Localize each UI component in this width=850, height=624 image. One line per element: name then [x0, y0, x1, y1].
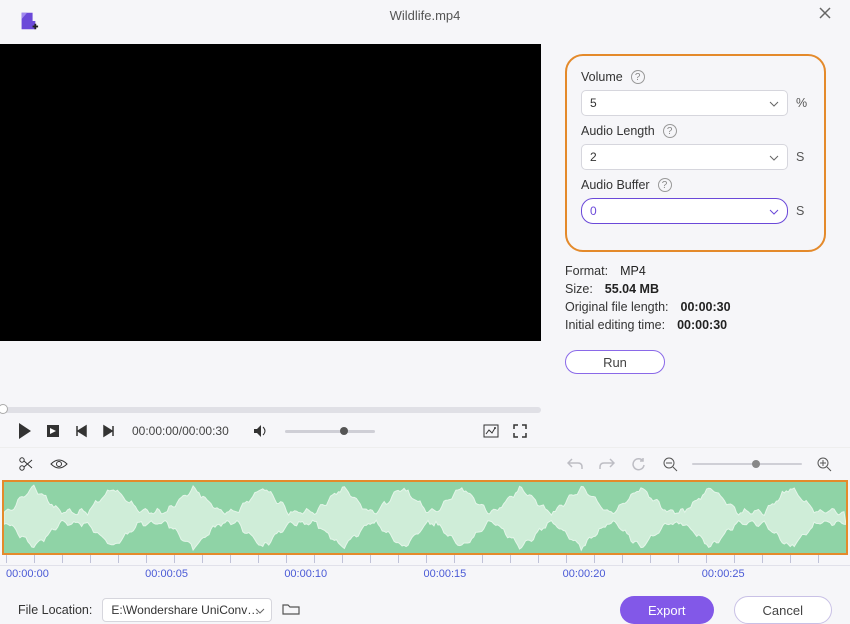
eye-icon[interactable] — [50, 458, 68, 470]
app-logo-icon — [17, 10, 39, 32]
help-icon[interactable]: ? — [663, 124, 677, 138]
stop-icon[interactable] — [46, 424, 60, 438]
prev-icon[interactable] — [74, 424, 88, 438]
waveform-track[interactable] — [2, 480, 848, 555]
timeline-ticks: 00:00:00 00:00:05 00:00:10 00:00:15 00:0… — [0, 565, 850, 580]
run-button[interactable]: Run — [565, 350, 665, 374]
fullscreen-icon[interactable] — [513, 424, 527, 438]
volume-select[interactable]: 5 — [581, 90, 788, 116]
chevron-down-icon — [769, 96, 779, 110]
chevron-down-icon — [255, 603, 265, 617]
orig-length-value: 00:00:30 — [681, 300, 731, 314]
volume-icon[interactable] — [253, 424, 269, 438]
zoom-thumb[interactable] — [752, 460, 760, 468]
open-folder-icon[interactable] — [282, 602, 300, 619]
file-location-select[interactable]: E:\Wondershare UniConverter — [102, 598, 272, 622]
tick-3: 00:00:15 — [423, 568, 466, 580]
audio-buffer-label-text: Audio Buffer — [581, 178, 650, 192]
close-icon[interactable] — [818, 6, 832, 25]
audio-buffer-select[interactable]: 0 — [581, 198, 788, 224]
volume-thumb[interactable] — [340, 427, 348, 435]
settings-panel: Volume ? 5 % Audio Length ? 2 S — [541, 44, 850, 404]
playback-controls: 00:00:00/00:00:30 — [0, 413, 541, 447]
tick-2: 00:00:10 — [284, 568, 327, 580]
audio-length-label: Audio Length ? — [581, 124, 810, 138]
footer-bar: File Location: E:\Wondershare UniConvert… — [0, 580, 850, 624]
format-label: Format: — [565, 264, 608, 278]
audio-length-value: 2 — [590, 150, 597, 164]
time-current: 00:00:00 — [132, 424, 179, 438]
init-time-label: Initial editing time: — [565, 318, 665, 332]
file-location-label: File Location: — [18, 603, 92, 617]
cancel-button[interactable]: Cancel — [734, 596, 832, 624]
redo-icon[interactable] — [599, 457, 615, 471]
export-label: Export — [648, 603, 686, 618]
volume-label: Volume ? — [581, 70, 810, 84]
volume-label-text: Volume — [581, 70, 623, 84]
snapshot-icon[interactable] — [483, 424, 499, 438]
export-button[interactable]: Export — [620, 596, 714, 624]
window-title: Wildlife.mp4 — [390, 8, 461, 23]
time-display: 00:00:00/00:00:30 — [132, 424, 229, 438]
audio-length-select[interactable]: 2 — [581, 144, 788, 170]
audio-buffer-value: 0 — [590, 204, 597, 218]
size-value: 55.04 MB — [605, 282, 659, 296]
tick-blank — [841, 568, 844, 580]
undo-icon[interactable] — [567, 457, 583, 471]
edit-toolbar — [0, 447, 850, 476]
audio-buffer-label: Audio Buffer ? — [581, 178, 810, 192]
tick-0: 00:00:00 — [6, 568, 49, 580]
next-icon[interactable] — [102, 424, 116, 438]
orig-length-label: Original file length: — [565, 300, 669, 314]
audio-length-label-text: Audio Length — [581, 124, 655, 138]
tick-4: 00:00:20 — [563, 568, 606, 580]
audio-length-unit: S — [796, 150, 810, 164]
tick-1: 00:00:05 — [145, 568, 188, 580]
chevron-down-icon — [769, 150, 779, 164]
help-icon[interactable]: ? — [631, 70, 645, 84]
init-time-value: 00:00:30 — [677, 318, 727, 332]
file-location-path: E:\Wondershare UniConverter — [111, 603, 263, 617]
zoom-in-icon[interactable] — [816, 456, 832, 472]
format-value: MP4 — [620, 264, 646, 278]
refresh-icon[interactable] — [631, 457, 646, 472]
scissors-icon[interactable] — [18, 456, 34, 472]
cancel-label: Cancel — [763, 603, 803, 618]
audio-settings-group: Volume ? 5 % Audio Length ? 2 S — [565, 54, 826, 252]
playhead-scrubber[interactable] — [0, 407, 541, 413]
zoom-out-icon[interactable] — [662, 456, 678, 472]
audio-buffer-unit: S — [796, 204, 810, 218]
size-label: Size: — [565, 282, 593, 296]
chevron-down-icon — [769, 204, 779, 218]
time-total: 00:00:30 — [182, 424, 229, 438]
tick-5: 00:00:25 — [702, 568, 745, 580]
zoom-slider[interactable] — [692, 463, 802, 465]
play-icon[interactable] — [18, 423, 32, 439]
volume-unit: % — [796, 96, 810, 110]
scrub-handle[interactable] — [0, 404, 8, 414]
video-preview — [0, 44, 541, 341]
title-bar: Wildlife.mp4 — [0, 0, 850, 24]
file-meta: Format: MP4 Size: 55.04 MB Original file l… — [565, 262, 826, 332]
help-icon[interactable]: ? — [658, 178, 672, 192]
volume-slider[interactable] — [285, 430, 375, 433]
volume-value: 5 — [590, 96, 597, 110]
timeline-ruler — [6, 555, 844, 563]
run-label: Run — [603, 355, 627, 370]
